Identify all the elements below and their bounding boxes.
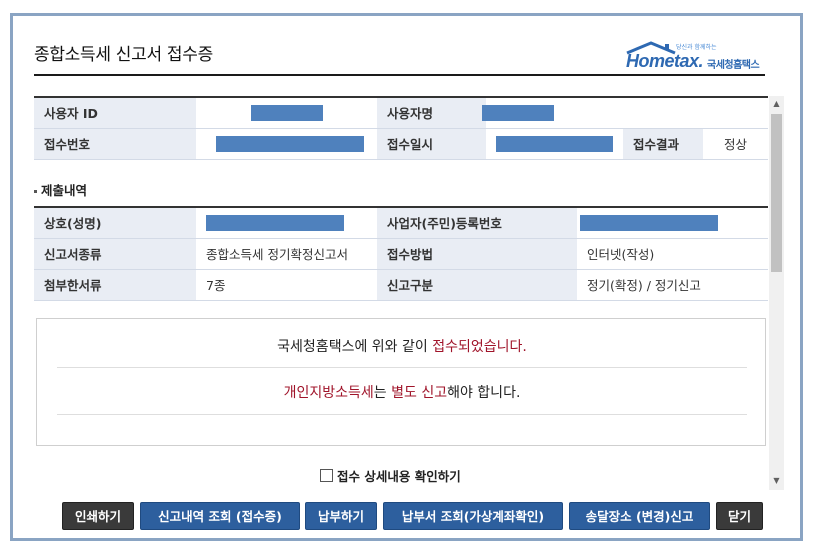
notice-text: 는 xyxy=(373,385,392,401)
receipt-result-value: 정상 xyxy=(703,128,768,160)
title-divider xyxy=(34,74,765,76)
name-label: 상호(성명) xyxy=(34,207,196,239)
table-row: 접수번호 접수일시 접수결과 정상 xyxy=(34,128,768,160)
scrollbar-thumb[interactable] xyxy=(771,114,782,272)
notice-text: 해야 합니다. xyxy=(447,385,521,401)
logo-brand: Hometax. xyxy=(626,51,704,71)
section-title-text: 제출내역 xyxy=(41,183,88,198)
redacted-block xyxy=(251,105,323,121)
redacted-block xyxy=(482,105,554,121)
submission-section-title: 제출내역 xyxy=(34,180,87,199)
close-button[interactable]: 닫기 xyxy=(716,502,763,530)
table-row: 상호(성명) 사업자(주민)등록번호 xyxy=(34,207,768,239)
receipt-result-label: 접수결과 xyxy=(623,128,703,160)
method-label: 접수방법 xyxy=(377,238,577,270)
address-change-button[interactable]: 송달장소 (변경)신고 xyxy=(569,502,710,530)
receipt-info-table: 사용자 ID 사용자명 접수번호 접수일시 접수결과 정상 xyxy=(34,96,768,160)
notice-line-2: 개인지방소득세는 별도 신고해야 합니다. xyxy=(57,382,747,402)
receipt-date-label: 접수일시 xyxy=(377,128,486,160)
user-id-value xyxy=(196,97,377,129)
hometax-logo: 당신과 함께하는 Hometax. 국세청홈택스 xyxy=(622,40,772,72)
user-name-label: 사용자명 xyxy=(377,97,486,129)
bullet-icon xyxy=(34,190,37,193)
reg-no-value xyxy=(577,207,768,239)
content-scroll-area[interactable]: 사용자 ID 사용자명 접수번호 접수일시 접수결과 정상 제출내역 상호(성명… xyxy=(34,96,784,491)
table-row: 첨부한서류 7종 신고구분 정기(확정) / 정기신고 xyxy=(34,269,768,301)
redacted-block xyxy=(206,215,344,231)
notice-line-1: 국세청홈택스에 위와 같이 접수되었습니다. xyxy=(57,336,747,356)
notice-divider xyxy=(57,414,747,415)
notice-highlight: 별도 신고 xyxy=(391,385,448,401)
receipt-date-value xyxy=(486,128,623,160)
checkbox-icon[interactable] xyxy=(320,469,333,482)
notice-highlight: 개인지방소득세 xyxy=(283,385,374,401)
page-title: 종합소득세 신고서 접수증 xyxy=(34,45,213,65)
user-id-label: 사용자 ID xyxy=(34,97,196,129)
history-lookup-button[interactable]: 신고내역 조회 (접수증) xyxy=(140,502,300,530)
redacted-block xyxy=(216,135,364,152)
scroll-down-icon[interactable]: ▼ xyxy=(769,473,784,489)
reg-no-label: 사업자(주민)등록번호 xyxy=(377,207,577,239)
logo-tagline: 당신과 함께하는 xyxy=(676,44,717,51)
attachments-value: 7종 xyxy=(196,269,377,301)
name-value xyxy=(196,207,377,239)
logo-sub: 국세청홈택스 xyxy=(707,60,760,71)
category-label: 신고구분 xyxy=(377,269,577,301)
notice-highlight: 접수되었습니다. xyxy=(432,339,527,355)
table-row: 신고서종류 종합소득세 정기확정신고서 접수방법 인터넷(작성) xyxy=(34,238,768,270)
method-value: 인터넷(작성) xyxy=(577,238,768,270)
receipt-no-value xyxy=(196,128,377,160)
pay-button[interactable]: 납부하기 xyxy=(305,502,377,530)
attachments-label: 첨부한서류 xyxy=(34,269,196,301)
notice-text: 국세청홈택스에 위와 같이 xyxy=(277,339,433,355)
notice-divider xyxy=(57,367,747,368)
confirm-details-checkbox[interactable]: 접수 상세내용 확인하기 xyxy=(320,466,461,485)
scroll-up-icon[interactable]: ▲ xyxy=(769,96,784,112)
checkbox-label: 접수 상세내용 확인하기 xyxy=(337,469,461,484)
user-name-value xyxy=(482,97,768,129)
bill-lookup-button[interactable]: 납부서 조회(가상계좌확인) xyxy=(383,502,563,530)
receipt-no-label: 접수번호 xyxy=(34,128,196,160)
report-type-label: 신고서종류 xyxy=(34,238,196,270)
report-type-value: 종합소득세 정기확정신고서 xyxy=(196,238,377,270)
redacted-block xyxy=(580,215,718,231)
print-button[interactable]: 인쇄하기 xyxy=(62,502,134,530)
redacted-block xyxy=(496,135,613,152)
category-value: 정기(확정) / 정기신고 xyxy=(577,269,768,301)
submission-table: 상호(성명) 사업자(주민)등록번호 신고서종류 종합소득세 정기확정신고서 접… xyxy=(34,206,768,301)
notice-box: 국세청홈택스에 위와 같이 접수되었습니다. 개인지방소득세는 별도 신고해야 … xyxy=(36,318,766,446)
table-row: 사용자 ID 사용자명 xyxy=(34,97,768,129)
vertical-scrollbar[interactable]: ▲ ▼ xyxy=(769,96,784,490)
